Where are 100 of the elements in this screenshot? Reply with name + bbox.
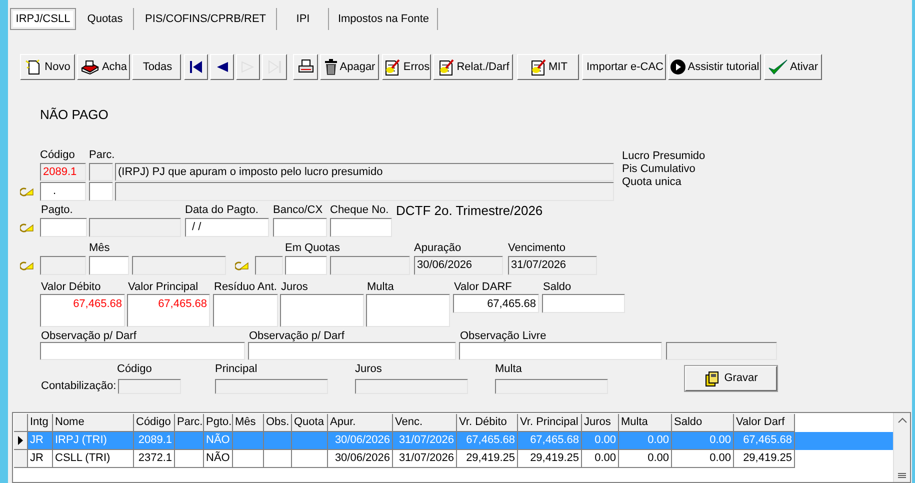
payment-status: NÃO PAGO [40, 106, 108, 124]
assessment-date-field: 30/06/2026 [414, 256, 503, 275]
toolbar-button[interactable] [293, 54, 318, 80]
regime-label: Lucro Presumido [622, 150, 706, 163]
date-field[interactable]: / / [185, 218, 269, 237]
document-pencil-icon [436, 58, 455, 76]
field-label: Pagto. [41, 202, 74, 218]
document-pencil-icon [528, 58, 547, 76]
toolbar-button[interactable]: Importar e-CAC [582, 54, 666, 80]
toolbar-button[interactable]: Acha [77, 54, 130, 80]
amount-field[interactable]: 67,465.68 [40, 294, 125, 327]
table-cell: 29,419.25 [457, 450, 518, 468]
amount-field[interactable]: 67,465.68 [127, 294, 210, 327]
current-row-icon [18, 436, 23, 444]
toolbar-button[interactable]: Assistir tutorial [668, 54, 761, 80]
payment-field[interactable] [40, 218, 87, 237]
installment-field[interactable] [89, 182, 113, 201]
toolbar-button[interactable] [210, 54, 234, 80]
code-field[interactable]: . [40, 182, 86, 201]
lookup-icon[interactable] [20, 186, 34, 196]
toolbar-button[interactable]: Novo [20, 54, 75, 80]
row-indicator[interactable] [14, 432, 28, 450]
field-label: Data do Pagto. [185, 202, 260, 218]
table-cell: 0.00 [619, 450, 672, 468]
table-cell: 29,419.25 [518, 450, 582, 468]
table-cell [292, 450, 328, 468]
print-icon [296, 59, 314, 75]
lookup-icon[interactable] [20, 222, 34, 232]
note-field[interactable] [459, 342, 662, 360]
column-header[interactable]: Valor Darf [734, 414, 795, 432]
table-row[interactable]: JR CSLL (TRI) 2372.1 NÃO 30/06/2026 31/07/2026 29,419.25 29,419.25 0.00 0.00 0.00 29,419.25 [14, 450, 893, 468]
tab[interactable]: IRPJ/CSLL [10, 8, 76, 30]
check-number-field[interactable] [330, 218, 392, 237]
amount-field[interactable] [366, 294, 450, 327]
field-label: Principal [215, 362, 258, 376]
amount-field[interactable] [280, 294, 364, 327]
column-header[interactable]: Mês [233, 414, 264, 432]
column-header[interactable]: Juros [582, 414, 619, 432]
dctf-period: DCTF 2o. Trimestre/2026 [396, 202, 543, 220]
field-label: Banco/CX [273, 202, 324, 218]
first-record-icon [189, 60, 203, 74]
installment-display [89, 163, 113, 181]
regime-label: Pis Cumulativo [622, 163, 696, 176]
toolbar-button[interactable]: Ativar [764, 54, 822, 80]
field-label: Código [117, 362, 153, 376]
save-button[interactable]: Gravar [685, 366, 777, 391]
field-label: Contabilização: [41, 379, 118, 394]
column-header[interactable]: Obs. [264, 414, 292, 432]
toolbar-button[interactable]: MIT [517, 54, 579, 80]
month-field[interactable] [89, 256, 129, 275]
amount-field[interactable] [213, 294, 278, 327]
column-header[interactable]: Quota [292, 414, 328, 432]
column-header[interactable]: Vr. Débito [457, 414, 518, 432]
quota-display [255, 256, 283, 275]
month-display [40, 256, 86, 275]
column-header[interactable]: Nome [53, 414, 134, 432]
previous-record-icon [215, 60, 229, 74]
column-header[interactable]: Vr. Principal [518, 414, 582, 432]
document-pencil-icon [383, 58, 402, 76]
due-date-field: 31/07/2026 [508, 256, 597, 275]
accounting-field [118, 378, 181, 394]
note-field[interactable] [40, 342, 245, 360]
column-header[interactable]: Parc. [175, 414, 204, 432]
amount-field[interactable]: 67,465.68 [453, 294, 539, 313]
scrollbar[interactable] [893, 412, 910, 482]
column-header[interactable]: Saldo [672, 414, 734, 432]
column-header[interactable]: Apur. [328, 414, 393, 432]
field-label: Multa [495, 362, 522, 376]
table-cell [175, 450, 204, 468]
field-label: Multa [366, 281, 395, 294]
field-label: Vencimento [508, 240, 566, 256]
column-header[interactable]: Venc. [393, 414, 457, 432]
table-cell: 2372.1 [134, 450, 175, 468]
field-label: Juros [280, 281, 309, 294]
lookup-icon[interactable] [20, 260, 34, 270]
toolbar-button[interactable] [184, 54, 208, 80]
column-header[interactable]: Código [134, 414, 175, 432]
column-header[interactable]: Multa [619, 414, 672, 432]
field-label: Apuração [414, 240, 462, 256]
toolbar-button[interactable]: Relat./Darf [433, 54, 513, 80]
table-cell: 31/07/2026 [393, 450, 457, 468]
table-cell [264, 450, 292, 468]
toolbar-button[interactable]: Erros [382, 54, 431, 80]
quota-field[interactable] [285, 256, 327, 275]
toolbar-button[interactable]: Apagar [320, 54, 379, 80]
table-cell: CSLL (TRI) [53, 450, 134, 468]
table-cell: 0.00 [672, 450, 734, 468]
amount-field[interactable] [542, 294, 625, 313]
toolbar-button[interactable]: Todas [132, 54, 181, 80]
column-header[interactable]: Pgto. [204, 414, 233, 432]
column-header[interactable]: Intg [28, 414, 53, 432]
lookup-icon[interactable] [235, 260, 249, 270]
bank-field[interactable] [273, 218, 327, 237]
field-label: Código [40, 148, 76, 162]
field-label: Parc. [89, 148, 115, 162]
table-cell: NÃO [204, 450, 233, 468]
grip-icon[interactable] [898, 473, 906, 478]
table-cell: 30/06/2026 [328, 450, 393, 468]
scroll-up-icon[interactable] [898, 416, 906, 422]
note-field[interactable] [248, 342, 456, 360]
